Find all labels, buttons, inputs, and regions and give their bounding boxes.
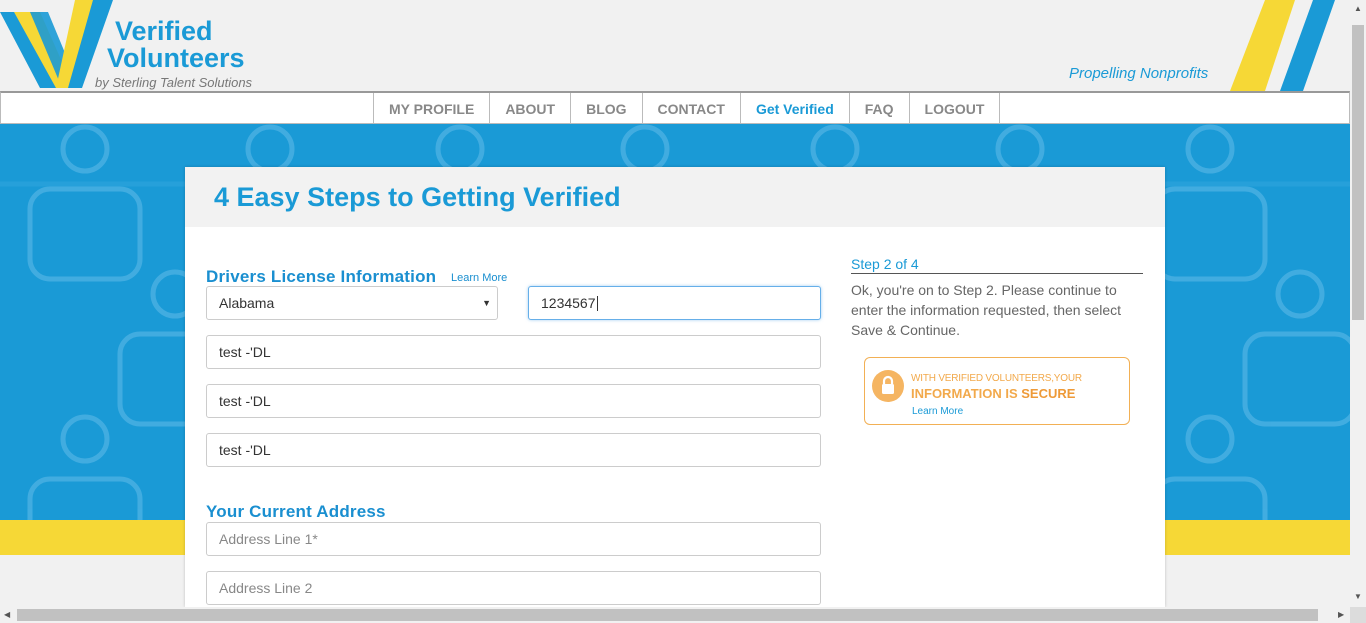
brand-name-line1: Verified [115,16,213,46]
brand-name-line2: Volunteers [107,43,245,73]
site-header: Verified Volunteers by Sterling Talent S… [0,0,1350,91]
badge-line-2: INFORMATION IS SECURE [911,386,1075,401]
secure-info-badge[interactable]: WITH VERIFIED VOLUNTEERS,YOUR INFORMATIO… [864,357,1130,425]
page-title: 4 Easy Steps to Getting Verified [214,182,621,212]
text-caret [596,295,598,311]
state-select-value: Alabama [219,295,275,311]
lock-icon [872,370,904,402]
badge-line-1: WITH VERIFIED VOLUNTEERS,YOUR [911,373,1082,384]
nav-item-logout[interactable]: LOGOUT [908,93,1001,124]
vertical-scroll-thumb[interactable] [1352,25,1364,320]
license-field-1-value: test -'DL [219,344,271,360]
badge-line-2-prefix: INFORMATION IS [911,386,1022,401]
license-field-3-value: test -'DL [219,442,271,458]
nav-item-get-verified[interactable]: Get Verified [739,93,849,124]
nav-item-faq[interactable]: FAQ [848,93,909,124]
nav-item-my-profile[interactable]: MY PROFILE [373,93,489,124]
horizontal-scrollbar[interactable]: ◀ ▶ [0,607,1350,623]
scroll-right-arrow-icon[interactable]: ▶ [1338,610,1344,619]
address-line-1-placeholder: Address Line 1* [219,531,318,547]
license-field-3[interactable]: test -'DL [206,433,821,467]
license-field-2[interactable]: test -'DL [206,384,821,418]
address-line-2-placeholder: Address Line 2 [219,580,313,596]
nav-item-about[interactable]: ABOUT [489,93,570,124]
nav-item-contact[interactable]: CONTACT [641,93,740,124]
main-nav: MY PROFILE ABOUT BLOG CONTACT Get Verifi… [0,91,1350,124]
current-address-heading: Your Current Address [206,502,386,521]
badge-learn-more-link[interactable]: Learn More [912,406,963,417]
drivers-license-heading: Drivers License Information [206,267,437,286]
decorative-stripes [1230,0,1335,91]
address-line-2-input[interactable]: Address Line 2 [206,571,821,605]
license-field-1[interactable]: test -'DL [206,335,821,369]
address-line-1-input[interactable]: Address Line 1* [206,522,821,556]
nav-menu: MY PROFILE ABOUT BLOG CONTACT Get Verifi… [373,93,1001,124]
license-number-input[interactable]: 1234567 [528,286,821,320]
license-number-value: 1234567 [541,295,596,311]
card-header: 4 Easy Steps to Getting Verified [185,167,1165,227]
brand-subtitle: by Sterling Talent Solutions [95,75,253,90]
scroll-down-arrow-icon[interactable]: ▼ [1354,592,1362,601]
scroll-up-arrow-icon[interactable]: ▲ [1354,4,1362,13]
scrollbar-corner [1350,607,1366,623]
chevron-down-icon: ▼ [482,298,491,308]
verification-card: 4 Easy Steps to Getting Verified Drivers… [185,167,1165,607]
vertical-scrollbar[interactable]: ▲ ▼ [1350,0,1366,607]
license-field-2-value: test -'DL [219,393,271,409]
scroll-left-arrow-icon[interactable]: ◀ [4,610,10,619]
brand-tagline: Propelling Nonprofits [1069,65,1209,82]
step-indicator: Step 2 of 4 [851,256,1143,274]
drivers-license-learn-more-link[interactable]: Learn More [451,272,507,284]
step-instructions: Ok, you're on to Step 2. Please continue… [851,282,1122,338]
horizontal-scroll-thumb[interactable] [17,609,1318,621]
badge-line-2-emphasis: SECURE [1021,386,1076,401]
state-select[interactable]: Alabama ▼ [206,286,498,320]
nav-item-blog[interactable]: BLOG [570,93,641,124]
